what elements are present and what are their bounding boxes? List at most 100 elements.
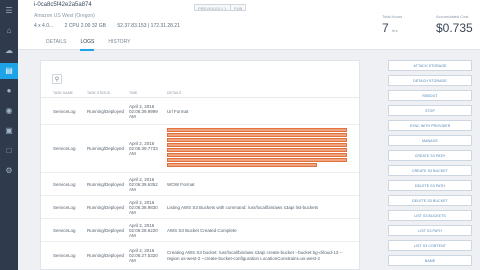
time-line: AM (129, 209, 136, 215)
home-icon[interactable]: ⌂ (4, 26, 14, 36)
col-task-status: TASK STATUS (87, 91, 111, 95)
database-icon[interactable]: ◉ (4, 106, 14, 116)
task-time: April 2, 2016 02:06:38.9830 AM (129, 200, 163, 215)
action-button-create-s3-bucket[interactable]: CREATE S3 BUCKET (388, 165, 472, 176)
time-line: 02:06:38.9830 (129, 204, 158, 210)
table-row: ServiceLog Running/Deployed April 2, 2016 0… (41, 173, 359, 196)
action-button-stop[interactable]: STOP (388, 105, 472, 116)
time-line: 02:06:39.6352 (129, 181, 158, 187)
cart-icon[interactable]: ▣ (4, 126, 14, 136)
highlighted-log-line (167, 163, 317, 167)
time-line: 02:06:28.6220 (129, 227, 158, 233)
task-time: April 2, 2016 02:06:39.6352 AM (129, 177, 163, 192)
time-line: 02:06:39.9999 (129, 108, 158, 114)
action-button-create-s3-path[interactable]: CREATE S3 PATH (388, 150, 472, 161)
task-details: WOW Format (167, 182, 352, 188)
instance-tabs: DETAILS LOGS HISTORY (46, 39, 130, 51)
action-button-detach-storage[interactable]: DETACH STORAGE (388, 75, 472, 86)
globe-icon[interactable]: ● (4, 86, 14, 96)
time-line: AM (129, 186, 136, 192)
accumulated-cost-metric: Accumulated Cost $0.735 (436, 14, 473, 35)
time-line: AM (129, 113, 136, 119)
table-row: ServiceLog Running/Deployed April 2, 2016 0… (41, 125, 359, 173)
action-button-attach-storage[interactable]: ATTACH STORAGE (388, 60, 472, 71)
task-time: April 2, 2016 02:06:39.9999 AM (129, 104, 163, 119)
task-time: April 2, 2016 02:06:28.6220 AM (129, 223, 163, 238)
task-status: Running/Deployed (87, 204, 125, 210)
table-row: ServiceLog Running/Deployed April 2, 2016 0… (41, 219, 359, 242)
time-line: AM (129, 258, 136, 263)
action-button-name[interactable]: NAME (388, 255, 472, 266)
action-button-manage[interactable]: MANAGE (388, 135, 472, 146)
task-time: April 2, 2016 02:06:39.7733 AM (129, 141, 163, 156)
highlighted-log-line (167, 143, 347, 147)
highlighted-log-line (167, 153, 347, 157)
action-button-list-s3-path[interactable]: LIST S3 PATH (388, 225, 472, 236)
action-button-list-s3-buckets[interactable]: LIST S3 BUCKETS (388, 210, 472, 221)
task-name: ServiceLog (53, 181, 76, 187)
task-name: ServiceLog (53, 204, 76, 210)
col-time: TIME (129, 91, 138, 95)
instance-header: i-0ca8c5f42e2a5a874 PREVIOUSLY 1 PUB Ama… (18, 0, 480, 51)
task-details: Url Format (167, 109, 352, 115)
action-button-reboot[interactable]: REBOOT (388, 90, 472, 101)
highlighted-log-line (167, 133, 347, 137)
task-name: ServiceLog (53, 227, 76, 233)
task-status: Running/Deployed (87, 108, 125, 114)
details-text: WOW Format (167, 181, 195, 187)
task-name: ServiceLog (53, 146, 76, 151)
total-hours-label: Total Hours (382, 14, 403, 19)
table-row: ServiceLog Running/Deployed April 2, 2016 0… (41, 242, 359, 269)
highlighted-log-line (167, 138, 347, 142)
task-time: April 2, 2016 02:06:27.5320 AM (129, 248, 163, 263)
accumulated-cost-label: Accumulated Cost (436, 14, 469, 19)
left-nav-rail: ☰ ⌂ ☁ ▤ ● ◉ ▣ □ ⚙ (0, 0, 18, 270)
task-details: Creating AWS S3 bucket: /usr/local/bin/a… (167, 250, 352, 262)
time-line: AM (129, 232, 136, 238)
details-text: Listing AWS S3 Buckets with command: /us… (167, 204, 319, 210)
table-row: ServiceLog Running/Deployed April 2, 2016 0… (41, 98, 359, 125)
col-details: DETAILS (167, 91, 182, 95)
task-details: AWS S3 Bucket Created Complete (167, 228, 352, 234)
details-text: AWS S3 Bucket Created Complete (167, 227, 237, 233)
time-line: AM (129, 151, 136, 156)
highlighted-log-line (167, 158, 347, 162)
menu-icon[interactable]: ☰ (4, 6, 14, 16)
gear-icon[interactable]: ⚙ (4, 166, 14, 176)
instance-id: i-0ca8c5f42e2a5a874 (34, 2, 92, 8)
accumulated-cost-value: $0.735 (436, 21, 473, 35)
server-icon[interactable]: ▤ (0, 63, 18, 79)
task-status: Running/Deployed (87, 253, 125, 258)
task-status: Running/Deployed (87, 181, 125, 187)
table-header: TASK NAME TASK STATUS TIME DETAILS (41, 88, 359, 98)
task-name: ServiceLog (53, 253, 76, 258)
region-label: Amazon US West (Oregon) (34, 13, 95, 19)
instance-type: 4 x 4.0... (34, 23, 54, 29)
details-text: Url Format (167, 108, 189, 114)
action-button-delete-s3-bucket[interactable]: DELETE S3 BUCKET (388, 195, 472, 206)
instance-stats: 4 x 4.0... 2 CPU 2.00 32 GB 52.37.83.153… (34, 23, 190, 29)
total-hours-metric: Total Hours 7 hrs (382, 14, 402, 35)
highlighted-log-line (167, 148, 347, 152)
action-button-delete-s3-path[interactable]: DELETE S3 PATH (388, 180, 472, 191)
col-task-name: TASK NAME (53, 91, 73, 95)
task-details (167, 128, 352, 168)
tab-details[interactable]: DETAILS (46, 39, 66, 51)
task-status: Running/Deployed (87, 146, 125, 151)
action-button-sync-with-provider[interactable]: SYNC WITH PROVIDER (388, 120, 472, 131)
highlighted-log-line (167, 128, 347, 132)
tab-logs[interactable]: LOGS (80, 39, 95, 51)
log-rows: ServiceLog Running/Deployed April 2, 2016 0… (41, 98, 359, 269)
search-icon[interactable]: ⚲ (52, 74, 62, 84)
instance-ip: 52.37.83.153 | 172.31.28.21 (117, 23, 180, 29)
tab-history[interactable]: HISTORY (108, 39, 130, 51)
details-text: Creating AWS S3 bucket: /usr/local/bin/a… (167, 250, 343, 261)
logs-panel: ⚲ TASK NAME TASK STATUS TIME DETAILS Ser… (40, 60, 360, 270)
action-button-list-s3-content[interactable]: LIST S3 CONTENT (388, 240, 472, 251)
cloud-icon[interactable]: ☁ (4, 46, 14, 56)
folder-icon[interactable]: □ (4, 146, 14, 156)
action-buttons: ATTACH STORAGE DETACH STORAGE REBOOT STOP SY… (388, 60, 472, 270)
table-row: ServiceLog Running/Deployed April 2, 2016 0… (41, 196, 359, 219)
public-pill: PUB (230, 4, 247, 11)
task-details: Listing AWS S3 Buckets with command: /us… (167, 205, 352, 211)
